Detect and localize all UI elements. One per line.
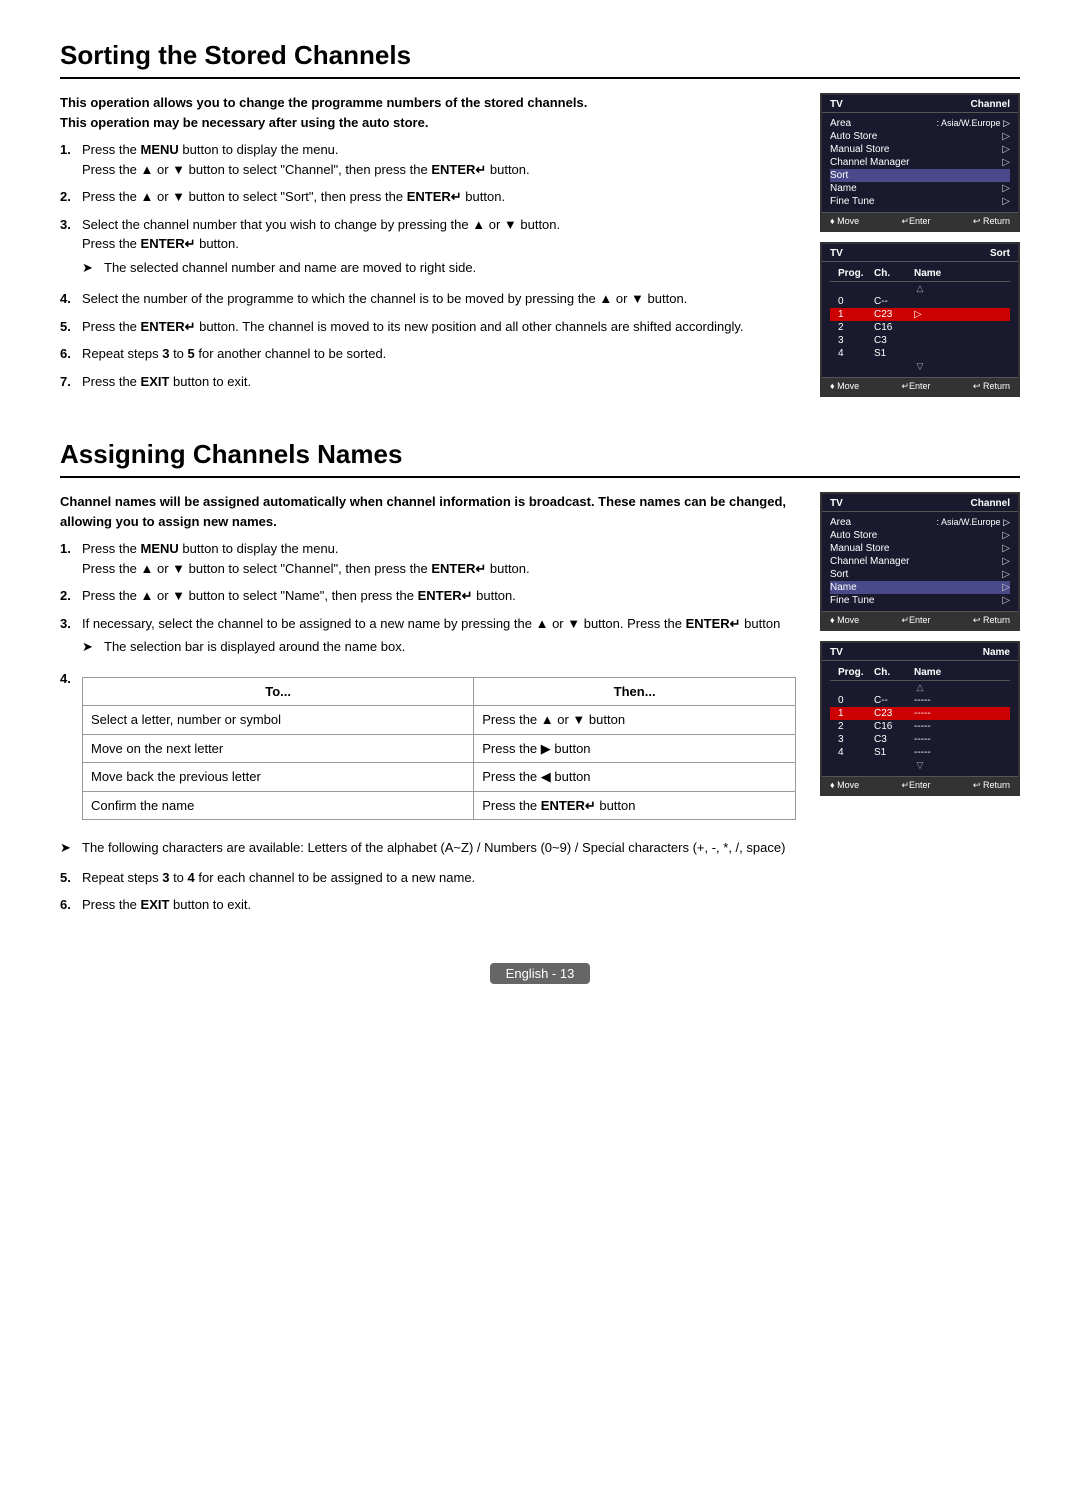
table-row: Confirm the name Press the ENTER↵ button	[83, 791, 796, 820]
assigning-intro: Channel names will be assigned automatic…	[60, 492, 796, 531]
assigning-step-2: 2. Press the ▲ or ▼ button to select "Na…	[60, 586, 796, 606]
footer-return: ↩ Return	[973, 216, 1010, 227]
assigning-name-diagram: TV Name Prog. Ch. Name △ 0 C-- -----	[820, 641, 1020, 796]
tv-label3: TV	[830, 498, 843, 509]
footer-return3: ↩ Return	[973, 615, 1010, 626]
sorting-content: This operation allows you to change the …	[60, 93, 1020, 399]
sorting-step-6: 6. Repeat steps 3 to 5 for another chann…	[60, 344, 796, 364]
sorting-step3-note: ➤ The selected channel number and name a…	[82, 258, 796, 278]
footer-enter: ↵Enter	[901, 216, 930, 227]
sorting-intro1: This operation allows you to change the …	[60, 93, 796, 132]
assigning-bottom-note: ➤ The following characters are available…	[60, 838, 796, 858]
sorting-section: Sorting the Stored Channels This operati…	[60, 40, 1020, 399]
sorting-step-4: 4. Select the number of the programme to…	[60, 289, 796, 309]
assigning-steps: 1. Press the MENU button to display the …	[60, 539, 796, 828]
table-row: Select a letter, number or symbol Press …	[83, 706, 796, 735]
tv-label: TV	[830, 99, 843, 110]
footer-badge: English - 13	[490, 963, 591, 984]
assigning-step-1: 1. Press the MENU button to display the …	[60, 539, 796, 578]
footer-enter2: ↵Enter	[901, 381, 930, 392]
assigning-step-4: 4. To... Then... Select a	[60, 669, 796, 829]
footer-enter3: ↵Enter	[901, 615, 930, 626]
footer-return4: ↩ Return	[973, 780, 1010, 791]
assigning-step3-note: ➤ The selection bar is displayed around …	[82, 637, 796, 657]
sorting-text: This operation allows you to change the …	[60, 93, 796, 399]
channel-label2: Channel	[971, 498, 1010, 509]
tv-label2: TV	[830, 248, 843, 259]
table-header-to: To...	[83, 677, 474, 706]
sorting-step-1: 1. Press the MENU button to display the …	[60, 140, 796, 179]
name-label: Name	[983, 647, 1010, 658]
sorting-diagrams: TV Channel Area: Asia/W.Europe ▷ Auto St…	[820, 93, 1020, 399]
assigning-section: Assigning Channels Names Channel names w…	[60, 439, 1020, 923]
sorting-channel-menu-diagram: TV Channel Area: Asia/W.Europe ▷ Auto St…	[820, 93, 1020, 232]
assigning-title: Assigning Channels Names	[60, 439, 1020, 478]
footer-move3: ♦ Move	[830, 615, 859, 626]
sorting-step-3: 3. Select the channel number that you wi…	[60, 215, 796, 282]
assigning-diagrams: TV Channel Area: Asia/W.Europe ▷ Auto St…	[820, 492, 1020, 923]
page-footer: English - 13	[60, 963, 1020, 984]
assigning-channel-menu-diagram: TV Channel Area: Asia/W.Europe ▷ Auto St…	[820, 492, 1020, 631]
sorting-sort-diagram: TV Sort Prog. Ch. Name △ 0 C--	[820, 242, 1020, 397]
assigning-step-5: 5. Repeat steps 3 to 4 for each channel …	[60, 868, 796, 888]
assigning-table: To... Then... Select a letter, number or…	[82, 677, 796, 821]
footer-move4: ♦ Move	[830, 780, 859, 791]
footer-enter4: ↵Enter	[901, 780, 930, 791]
sort-label: Sort	[990, 248, 1010, 259]
footer-return2: ↩ Return	[973, 381, 1010, 392]
table-row: Move on the next letter Press the ▶ butt…	[83, 734, 796, 763]
sorting-step-2: 2. Press the ▲ or ▼ button to select "So…	[60, 187, 796, 207]
footer-move2: ♦ Move	[830, 381, 859, 392]
assigning-content: Channel names will be assigned automatic…	[60, 492, 1020, 923]
tv-label4: TV	[830, 647, 843, 658]
table-row: Move back the previous letter Press the …	[83, 763, 796, 792]
table-header-then: Then...	[474, 677, 796, 706]
sorting-step-5: 5. Press the ENTER↵ button. The channel …	[60, 317, 796, 337]
assigning-step-6: 6. Press the EXIT button to exit.	[60, 895, 796, 915]
assigning-step-3: 3. If necessary, select the channel to b…	[60, 614, 796, 661]
assigning-text: Channel names will be assigned automatic…	[60, 492, 796, 923]
sorting-title: Sorting the Stored Channels	[60, 40, 1020, 79]
footer-move: ♦ Move	[830, 216, 859, 227]
channel-label: Channel	[971, 99, 1010, 110]
sorting-steps: 1. Press the MENU button to display the …	[60, 140, 796, 391]
assigning-steps-after: 5. Repeat steps 3 to 4 for each channel …	[60, 868, 796, 915]
sorting-step-7: 7. Press the EXIT button to exit.	[60, 372, 796, 392]
